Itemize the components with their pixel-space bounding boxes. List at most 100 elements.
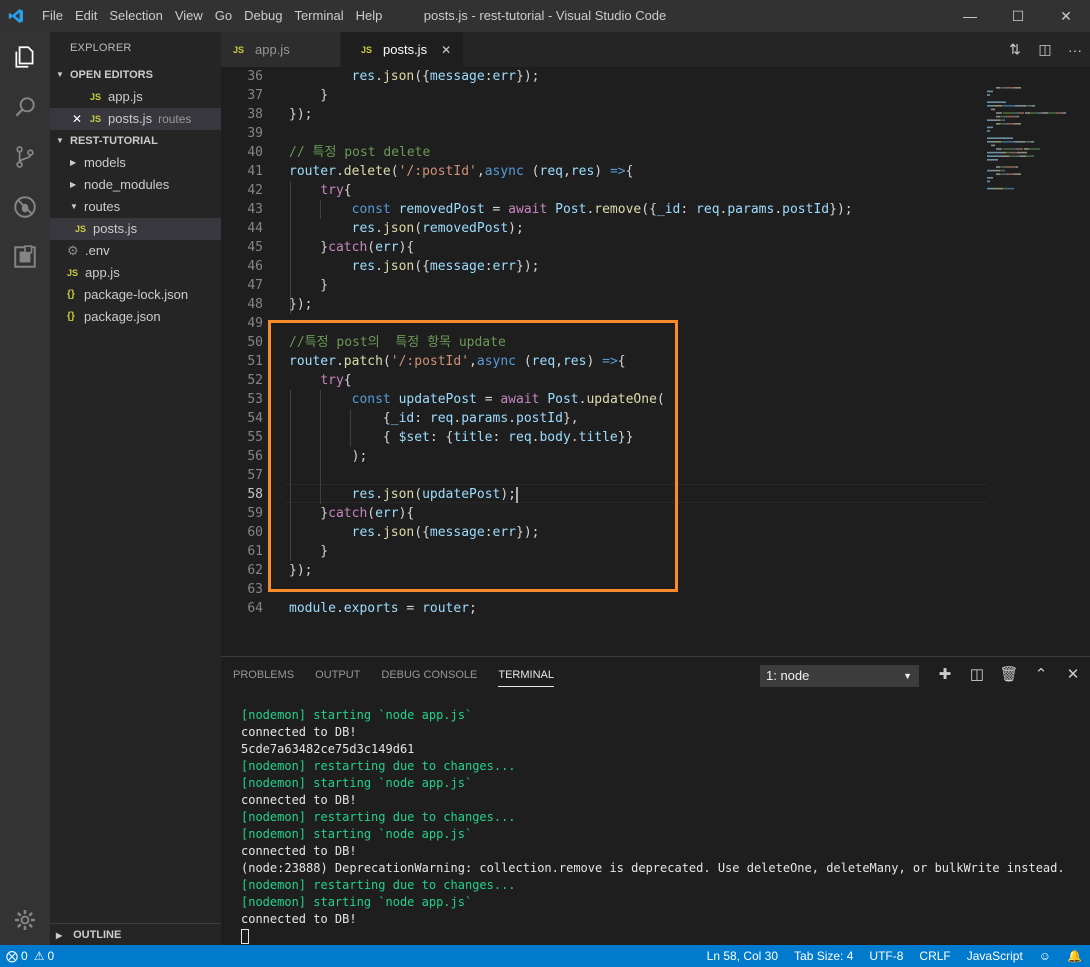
minimap-token [987, 159, 998, 161]
code-token: json [382, 69, 415, 84]
tab-app-js[interactable]: JS app.js [221, 32, 341, 67]
minimap-token [1055, 112, 1056, 114]
file-routes-posts-js[interactable]: JS posts.js [50, 218, 221, 240]
terminal-prompt[interactable] [241, 928, 1065, 945]
open-editor-posts-js[interactable]: ✕ JS posts.js routes [50, 108, 221, 130]
code-token: Post [555, 202, 587, 217]
json-file-icon: {} [67, 311, 75, 322]
terminal-output[interactable]: [nodemon] starting `node app.js` connecte… [241, 707, 1065, 945]
terminal-line: [nodemon] restarting due to changes... [241, 878, 516, 892]
code-token: router [289, 164, 336, 179]
panel-tab-output[interactable]: OUTPUT [315, 657, 360, 693]
maximize-panel-icon[interactable]: ⌃ [1025, 663, 1057, 687]
minimap[interactable] [981, 67, 1086, 207]
close-panel-icon[interactable]: ✕ [1057, 663, 1089, 687]
feedback-smiley-icon[interactable]: ☺ [1031, 945, 1059, 967]
open-changes-icon[interactable]: ⇅ [1000, 41, 1030, 58]
menu-item[interactable]: File [36, 0, 69, 32]
close-icon[interactable]: ✕ [441, 43, 451, 57]
menu-item[interactable]: Debug [238, 0, 288, 32]
minimap-token [987, 169, 993, 172]
code-token: ( [367, 240, 376, 255]
folder-routes[interactable]: ▼ routes [50, 196, 221, 218]
minimap-token [987, 94, 990, 96]
explorer-sidebar: EXPLORER ▼ OPEN EDITORS JS app.js ✕ JS p… [50, 32, 221, 945]
minimap-token [1015, 123, 1018, 125]
minimap-token [999, 123, 1000, 125]
line-number: 60 [247, 525, 263, 540]
code-token: err [375, 240, 399, 255]
activity-bar [0, 32, 50, 945]
code-token: . [335, 601, 344, 616]
folder-node-modules[interactable]: ▶ node_modules [50, 174, 221, 196]
outline-header[interactable]: ▶ OUTLINE [50, 923, 221, 945]
notifications-bell-icon[interactable]: 🔔 [1059, 945, 1090, 967]
panel-tab-terminal[interactable]: TERMINAL [498, 663, 554, 687]
tab-size[interactable]: Tab Size: 4 [786, 945, 861, 967]
chevron-right-icon: ▶ [70, 158, 77, 167]
minimap-token [1013, 141, 1014, 143]
file-env[interactable]: ⚙ .env [50, 240, 221, 262]
more-actions-icon[interactable]: ··· [1060, 42, 1090, 58]
code-editor[interactable]: 36 res.json({message:err}); 37 } 38}); 39 40… [221, 67, 1090, 656]
minimize-icon[interactable]: — [946, 0, 994, 32]
line-number: 49 [247, 316, 263, 331]
search-icon[interactable] [0, 82, 50, 132]
new-terminal-icon[interactable]: ✚ [929, 663, 961, 687]
minimap-token [993, 169, 999, 172]
minimap-token [1029, 112, 1030, 114]
panel-tab-problems[interactable]: PROBLEMS [233, 657, 294, 693]
minimap-token [1001, 151, 1004, 154]
minimap-token [1014, 105, 1015, 107]
minimap-token [996, 115, 999, 118]
menu-item[interactable]: Terminal [288, 0, 349, 32]
terminal-line: [nodemon] restarting due to changes... [241, 759, 516, 773]
close-icon[interactable]: ✕ [72, 108, 86, 130]
line-number: 56 [247, 449, 263, 464]
title-bar: File Edit Selection View Go Debug Terminal Help… [0, 0, 1090, 32]
debug-icon[interactable] [0, 182, 50, 232]
code-token: removedPost [422, 221, 509, 236]
menu-item[interactable]: Edit [69, 0, 103, 32]
terminal-select[interactable]: 1: node ▼ [760, 665, 919, 687]
maximize-icon[interactable]: ☐ [994, 0, 1042, 32]
split-editor-icon[interactable]: ◫ [1030, 41, 1060, 58]
problems-indicator[interactable]: ⨂ 0 ⚠ 0 [0, 949, 54, 963]
minimap-token [1039, 148, 1040, 150]
encoding[interactable]: UTF-8 [861, 945, 911, 967]
open-editors-header[interactable]: ▼ OPEN EDITORS [50, 64, 221, 86]
panel-tab-debug-console[interactable]: DEBUG CONSOLE [381, 657, 477, 693]
menu-item[interactable]: Selection [103, 0, 168, 32]
source-control-icon[interactable] [0, 132, 50, 182]
split-terminal-icon[interactable]: ◫ [961, 663, 993, 687]
minimap-token [1032, 155, 1034, 157]
file-package-lock-json[interactable]: {} package-lock.json [50, 284, 221, 306]
explorer-icon[interactable] [0, 32, 50, 82]
settings-gear-icon[interactable] [0, 895, 50, 945]
minimap-token [1025, 141, 1026, 143]
code-token: => [609, 164, 626, 179]
menu-item[interactable]: Go [209, 0, 238, 32]
file-app-js[interactable]: JS app.js [50, 262, 221, 284]
cursor-position[interactable]: Ln 58, Col 30 [699, 945, 786, 967]
menu-item[interactable]: Help [350, 0, 389, 32]
line-ending[interactable]: CRLF [911, 945, 958, 967]
minimap-token [994, 108, 995, 111]
menu-item[interactable]: View [169, 0, 209, 32]
project-header[interactable]: ▼ REST-TUTORIAL [50, 130, 221, 152]
minimap-token [1006, 87, 1014, 89]
code-token: res [351, 259, 376, 274]
line-number: 43 [247, 202, 263, 217]
minimap-token [1004, 123, 1006, 125]
minimap-token [1000, 166, 1004, 168]
minimap-token [1020, 155, 1021, 157]
language-mode[interactable]: JavaScript [959, 945, 1031, 967]
trash-icon[interactable]: 🗑 [993, 663, 1025, 687]
extensions-icon[interactable] [0, 232, 50, 282]
code-token: = [484, 202, 509, 217]
tab-posts-js[interactable]: JS posts.js ✕ [341, 32, 465, 67]
close-icon[interactable]: ✕ [1042, 0, 1090, 32]
folder-models[interactable]: ▶ models [50, 152, 221, 174]
open-editor-app-js[interactable]: JS app.js [50, 86, 221, 108]
file-package-json[interactable]: {} package.json [50, 306, 221, 328]
